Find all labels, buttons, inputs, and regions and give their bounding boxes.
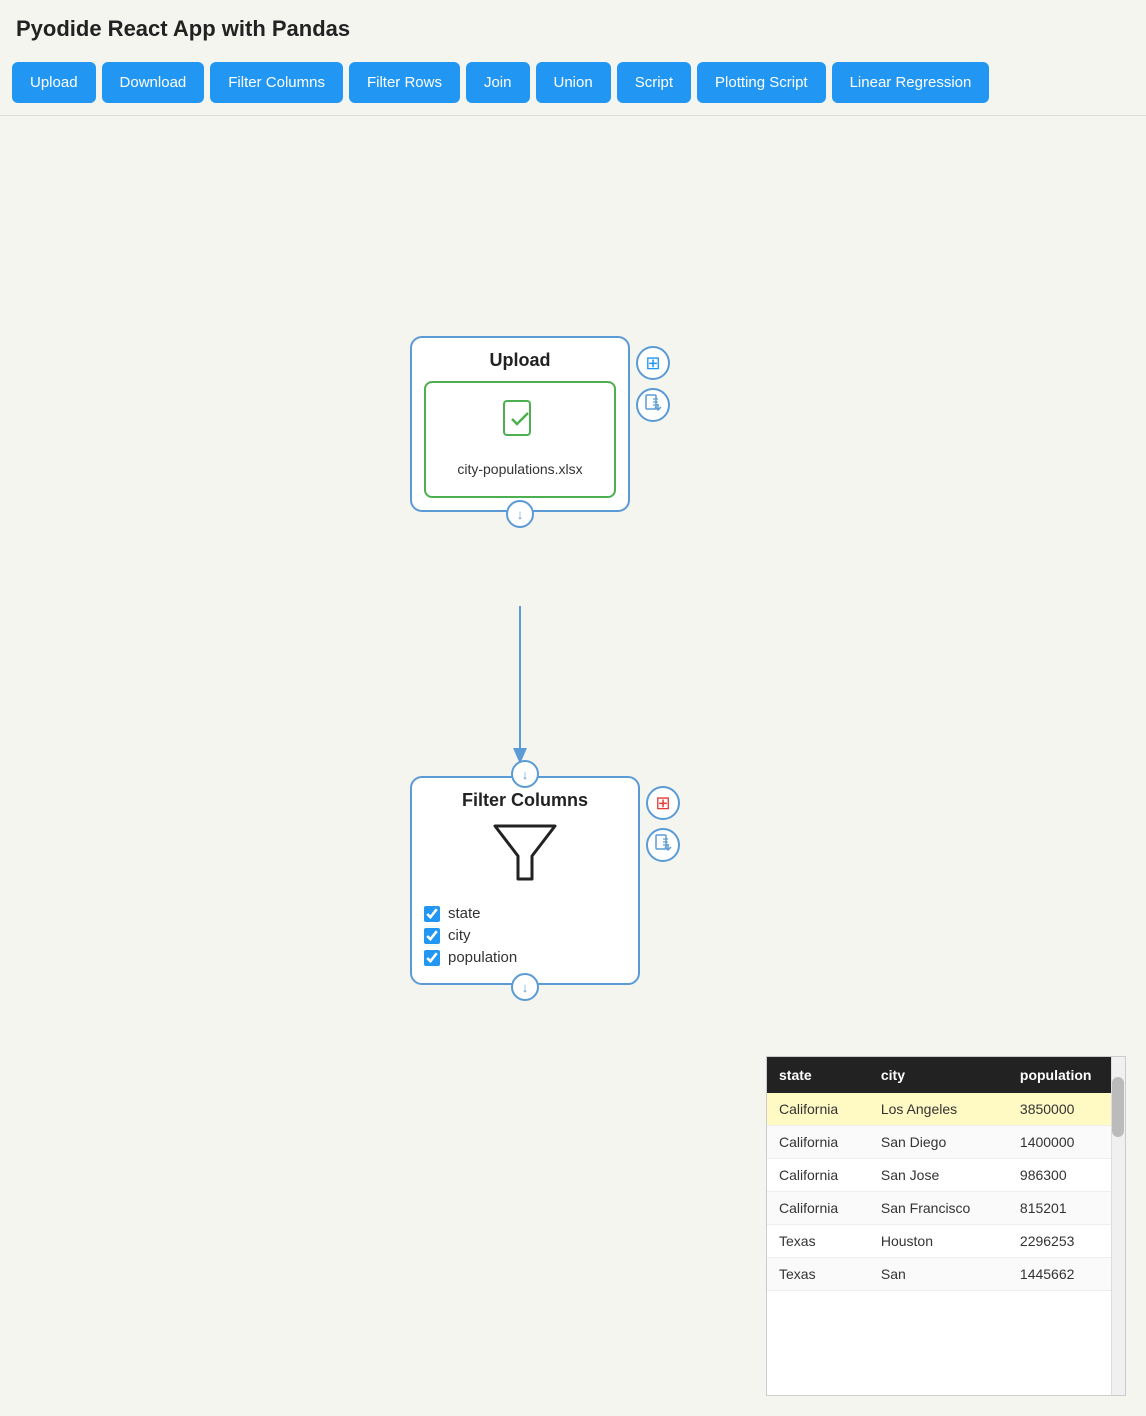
table-panel: state city population CaliforniaLos Ange… — [766, 596, 1126, 1396]
script-button[interactable]: Script — [617, 62, 691, 103]
col-header-city: city — [869, 1057, 1008, 1093]
filter-columns-node: ↓ Filter Columns ⊞ — [410, 776, 640, 985]
upload-node-title: Upload — [424, 350, 616, 371]
cell-population: 1445662 — [1008, 1258, 1125, 1291]
filter-download-icon-btn[interactable] — [646, 828, 680, 862]
filter-file-icon — [654, 834, 672, 856]
upload-button[interactable]: Upload — [12, 62, 96, 103]
cell-state: Texas — [767, 1258, 869, 1291]
cell-city: San — [869, 1258, 1008, 1291]
cell-city: San Diego — [869, 1126, 1008, 1159]
download-button[interactable]: Download — [102, 62, 205, 103]
upload-node: Upload ⊞ — [410, 336, 630, 512]
checkbox-state[interactable]: state — [424, 905, 626, 922]
filter-rows-button[interactable]: Filter Rows — [349, 62, 460, 103]
scrollbar-thumb[interactable] — [1112, 1077, 1124, 1137]
cell-population: 986300 — [1008, 1159, 1125, 1192]
toolbar: Upload Download Filter Columns Filter Ro… — [0, 54, 1146, 116]
cell-state: California — [767, 1192, 869, 1225]
city-checkbox[interactable] — [424, 928, 440, 944]
upload-download-icon-btn[interactable] — [636, 388, 670, 422]
col-header-state: state — [767, 1057, 869, 1093]
cell-state: California — [767, 1126, 869, 1159]
cell-state: California — [767, 1159, 869, 1192]
join-button[interactable]: Join — [466, 62, 530, 103]
upload-file-box: city-populations.xlsx — [424, 381, 616, 498]
canvas: Upload ⊞ — [20, 136, 746, 1396]
population-checkbox[interactable] — [424, 950, 440, 966]
table-row: TexasSan1445662 — [767, 1258, 1125, 1291]
plotting-script-button[interactable]: Plotting Script — [697, 62, 826, 103]
main-area: Upload ⊞ — [0, 116, 1146, 1416]
arrow-down-icon-2: ↓ — [522, 767, 529, 782]
cell-population: 1400000 — [1008, 1126, 1125, 1159]
population-label: population — [448, 949, 517, 966]
data-table-container[interactable]: state city population CaliforniaLos Ange… — [766, 1056, 1126, 1396]
table-row: CaliforniaSan Jose986300 — [767, 1159, 1125, 1192]
cell-city: San Francisco — [869, 1192, 1008, 1225]
checkbox-city[interactable]: city — [424, 927, 626, 944]
filter-top-connector: ↓ — [511, 760, 539, 788]
cell-city: Los Angeles — [869, 1093, 1008, 1126]
grid-icon: ⊞ — [645, 353, 660, 374]
table-row: CaliforniaSan Francisco815201 — [767, 1192, 1125, 1225]
checkbox-population[interactable]: population — [424, 949, 626, 966]
cell-state: California — [767, 1093, 869, 1126]
cell-population: 3850000 — [1008, 1093, 1125, 1126]
file-download-icon — [644, 394, 662, 416]
filter-grid-icon: ⊞ — [655, 793, 670, 814]
col-header-population: population — [1008, 1057, 1125, 1093]
table-row: TexasHouston2296253 — [767, 1225, 1125, 1258]
filter-bottom-connector: ↓ — [511, 973, 539, 1001]
check-icon — [436, 399, 604, 451]
upload-bottom-connector: ↓ — [506, 500, 534, 528]
city-label: city — [448, 927, 471, 944]
cell-city: Houston — [869, 1225, 1008, 1258]
union-button[interactable]: Union — [536, 62, 611, 103]
state-label: state — [448, 905, 481, 922]
cell-population: 2296253 — [1008, 1225, 1125, 1258]
cell-population: 815201 — [1008, 1192, 1125, 1225]
table-row: CaliforniaLos Angeles3850000 — [767, 1093, 1125, 1126]
filter-node-title: Filter Columns — [424, 790, 626, 811]
connectors-svg — [20, 136, 746, 1396]
funnel-icon — [424, 821, 626, 895]
cell-state: Texas — [767, 1225, 869, 1258]
upload-table-icon-btn[interactable]: ⊞ — [636, 346, 670, 380]
arrow-down-icon: ↓ — [517, 507, 524, 522]
state-checkbox[interactable] — [424, 906, 440, 922]
arrow-down-icon-3: ↓ — [522, 980, 529, 995]
linear-regression-button[interactable]: Linear Regression — [832, 62, 990, 103]
cell-city: San Jose — [869, 1159, 1008, 1192]
app-title: Pyodide React App with Pandas — [0, 0, 1146, 54]
filter-columns-button[interactable]: Filter Columns — [210, 62, 343, 103]
data-table: state city population CaliforniaLos Ange… — [767, 1057, 1125, 1291]
upload-filename: city-populations.xlsx — [436, 459, 604, 480]
table-row: CaliforniaSan Diego1400000 — [767, 1126, 1125, 1159]
filter-table-icon-btn[interactable]: ⊞ — [646, 786, 680, 820]
checkbox-list: state city population — [424, 905, 626, 966]
scrollbar[interactable] — [1111, 1057, 1125, 1395]
